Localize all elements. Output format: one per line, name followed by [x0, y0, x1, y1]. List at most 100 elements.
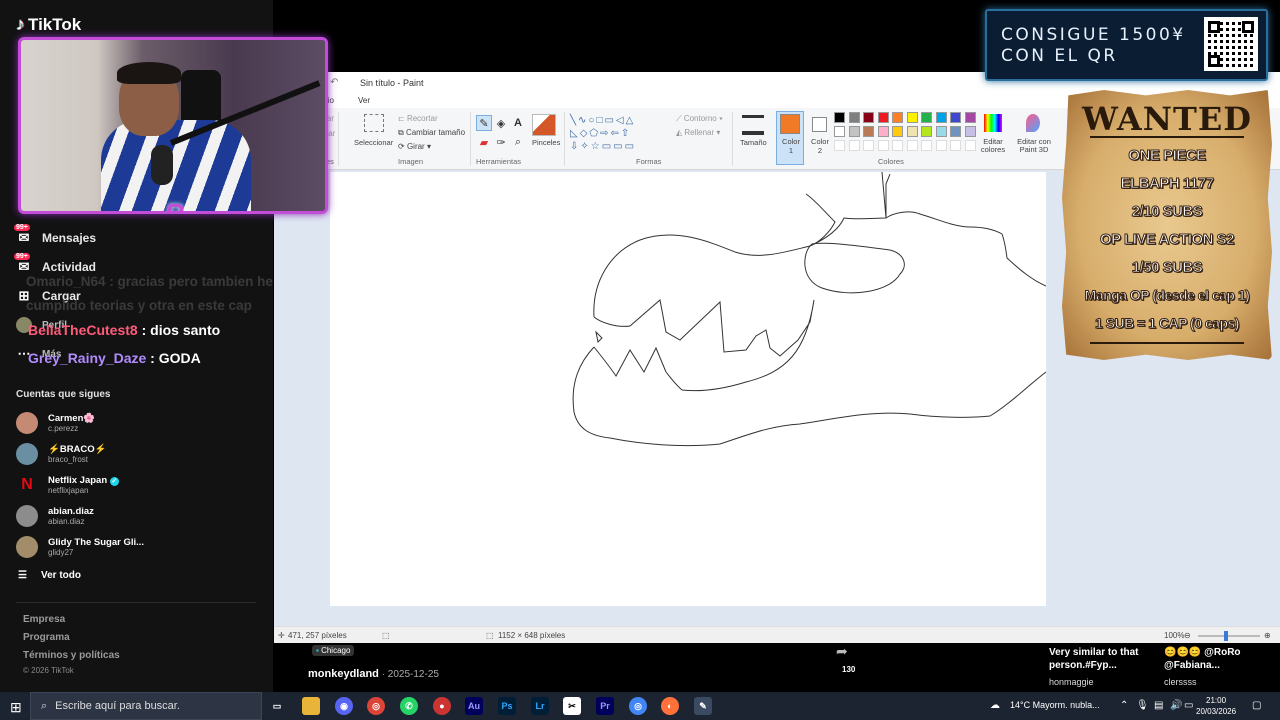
network-icon[interactable]: ▤ — [1154, 700, 1163, 711]
location-tag[interactable]: ▪ Chicago — [312, 645, 355, 656]
suggested-video-author[interactable]: honmaggie — [1049, 677, 1094, 687]
palette-swatch[interactable] — [877, 140, 889, 151]
palette-swatch[interactable] — [834, 126, 845, 137]
zoom-slider[interactable] — [1198, 635, 1260, 637]
undo-icon[interactable]: ↶ — [330, 77, 338, 88]
shapes-gallery[interactable]: ╲∿○□▭◁△ ◺◇⬠⇨⇦⇧ ⇩✧☆▭▭▭ — [570, 114, 670, 154]
palette-swatch[interactable] — [950, 126, 961, 137]
paint3d-icon[interactable] — [1026, 114, 1040, 132]
palette-swatch[interactable] — [921, 126, 932, 137]
size-icon[interactable] — [742, 115, 764, 135]
notifications-icon[interactable]: ▢ — [1252, 700, 1261, 711]
palette-swatch[interactable] — [935, 140, 947, 151]
palette-swatch[interactable] — [892, 112, 903, 123]
paint-taskbar-icon[interactable]: ✎ — [694, 697, 712, 715]
taskbar-clock[interactable]: 21:00 20/03/2026 — [1196, 695, 1236, 717]
following-item[interactable]: ⚡BRACO⚡ braco_frost — [16, 443, 107, 465]
rotate-button[interactable]: ⟳ Girar ▾ — [398, 142, 431, 151]
palette-swatch[interactable] — [964, 140, 976, 151]
palette-swatch[interactable] — [935, 126, 947, 137]
firefox-icon[interactable]: ◐ — [661, 697, 679, 715]
video-author[interactable]: monkeydland · 2025-12-25 — [308, 668, 439, 680]
zoom-slider-thumb[interactable] — [1224, 631, 1228, 641]
rotate-icon: ⟳ — [398, 142, 407, 151]
obs-icon[interactable]: ● — [433, 697, 451, 715]
audition-icon[interactable]: Au — [465, 697, 483, 715]
palette-swatch[interactable] — [906, 112, 918, 123]
palette-swatch[interactable] — [863, 112, 874, 123]
palette-swatch[interactable] — [892, 126, 903, 137]
discord-icon[interactable]: ◉ — [335, 697, 353, 715]
share-icon[interactable]: ➦ — [836, 643, 848, 660]
palette-swatch[interactable] — [877, 126, 889, 137]
following-item[interactable]: N Netflix Japan ✓ netflixjapan — [16, 474, 119, 496]
footer-link-programa[interactable]: Programa — [23, 632, 70, 643]
following-item[interactable]: abian.diaz abian.diaz — [16, 505, 94, 527]
text-tool-icon[interactable]: A — [510, 115, 526, 131]
following-item[interactable]: Carmen🌸 c.perezz — [16, 412, 95, 434]
paint-canvas[interactable] — [330, 172, 1046, 606]
premiere-icon[interactable]: Pr — [596, 697, 614, 715]
crop-button[interactable]: ⊏ Recortar — [398, 114, 438, 123]
eraser-icon[interactable]: ▰ — [476, 134, 492, 150]
nav-mensajes[interactable]: ✉ 99+ Mensajes — [14, 224, 96, 249]
edit-colors-icon[interactable] — [984, 114, 1002, 132]
suggested-video-title[interactable]: Very similar to that person.#Fyp... — [1049, 646, 1149, 672]
sketch-teeth-upper — [593, 299, 815, 392]
weather-icon[interactable]: ☁ — [990, 700, 1000, 711]
palette-swatch[interactable] — [935, 112, 947, 123]
palette-swatch[interactable] — [906, 126, 918, 137]
palette-swatch[interactable] — [950, 140, 961, 151]
color2-swatch[interactable] — [812, 117, 827, 132]
footer-link-terms[interactable]: Términos y políticas — [23, 650, 120, 661]
palette-swatch[interactable] — [863, 140, 874, 151]
following-item[interactable]: Glidy The Sugar Gli... glidy27 — [16, 536, 144, 558]
palette-swatch[interactable] — [964, 112, 976, 123]
outline-button[interactable]: ⟋ Contorno ▾ — [676, 114, 723, 124]
capcut-icon[interactable]: ✂ — [563, 697, 581, 715]
fill-bucket-icon[interactable]: ◈ — [493, 115, 509, 131]
taskbar-search[interactable]: ⌕ Escribe aquí para buscar. — [30, 692, 262, 720]
palette-swatch[interactable] — [964, 126, 976, 137]
windows-start-icon[interactable]: ⊞ — [10, 699, 22, 716]
zoom-in-icon[interactable]: ⊕ — [1264, 631, 1271, 640]
palette-swatch[interactable] — [848, 112, 860, 123]
volume-icon[interactable]: 🔊 — [1170, 700, 1182, 711]
palette-swatch[interactable] — [921, 140, 932, 151]
lightroom-icon[interactable]: Lr — [531, 697, 549, 715]
palette-swatch[interactable] — [834, 140, 845, 151]
photoshop-icon[interactable]: Ps — [498, 697, 516, 715]
language-icon[interactable]: ▭ — [1184, 700, 1193, 711]
footer-link-empresa[interactable]: Empresa — [23, 614, 65, 625]
file-explorer-icon[interactable] — [302, 697, 320, 715]
select-button[interactable] — [364, 114, 384, 132]
palette-swatch[interactable] — [950, 112, 961, 123]
palette-swatch[interactable] — [892, 140, 903, 151]
microphone-icon[interactable]: 🎙 — [1136, 700, 1149, 711]
palette-swatch[interactable] — [877, 112, 889, 123]
weather-text[interactable]: 14°C Mayorm. nubla... — [1010, 700, 1100, 710]
color-picker-icon[interactable]: ✑ — [493, 134, 509, 150]
task-view-icon[interactable]: ▭ — [268, 697, 286, 715]
palette-swatch[interactable] — [848, 126, 860, 137]
see-all-button[interactable]: ☰ Ver todo — [18, 570, 81, 581]
magnifier-icon[interactable]: ⌕ — [510, 134, 526, 150]
palette-swatch[interactable] — [863, 126, 874, 137]
tray-expand-icon[interactable]: ⌃ — [1120, 700, 1128, 711]
palette-swatch[interactable] — [834, 112, 845, 123]
suggested-video-author[interactable]: clerssss — [1164, 677, 1197, 687]
whatsapp-icon[interactable]: ✆ — [400, 697, 418, 715]
chrome-profile-icon[interactable]: ◎ — [629, 697, 647, 715]
tab-ver[interactable]: Ver — [358, 96, 370, 105]
suggested-video-title[interactable]: 😊😊😊 @RoRo @Fabiana... — [1164, 646, 1254, 672]
palette-swatch[interactable] — [848, 140, 860, 151]
palette-swatch[interactable] — [906, 140, 918, 151]
tiktok-logo[interactable]: ♪ TikTok — [16, 14, 81, 35]
pencil-icon[interactable]: ✎ — [476, 115, 492, 131]
chrome-icon[interactable]: ◎ — [367, 697, 385, 715]
resize-button[interactable]: ⧉ Cambiar tamaño — [398, 128, 465, 138]
palette-swatch[interactable] — [921, 112, 932, 123]
fill-button[interactable]: ◭ Rellenar ▾ — [676, 128, 720, 137]
zoom-out-icon[interactable]: ⊖ — [1184, 631, 1191, 640]
brushes-icon[interactable] — [532, 114, 556, 136]
